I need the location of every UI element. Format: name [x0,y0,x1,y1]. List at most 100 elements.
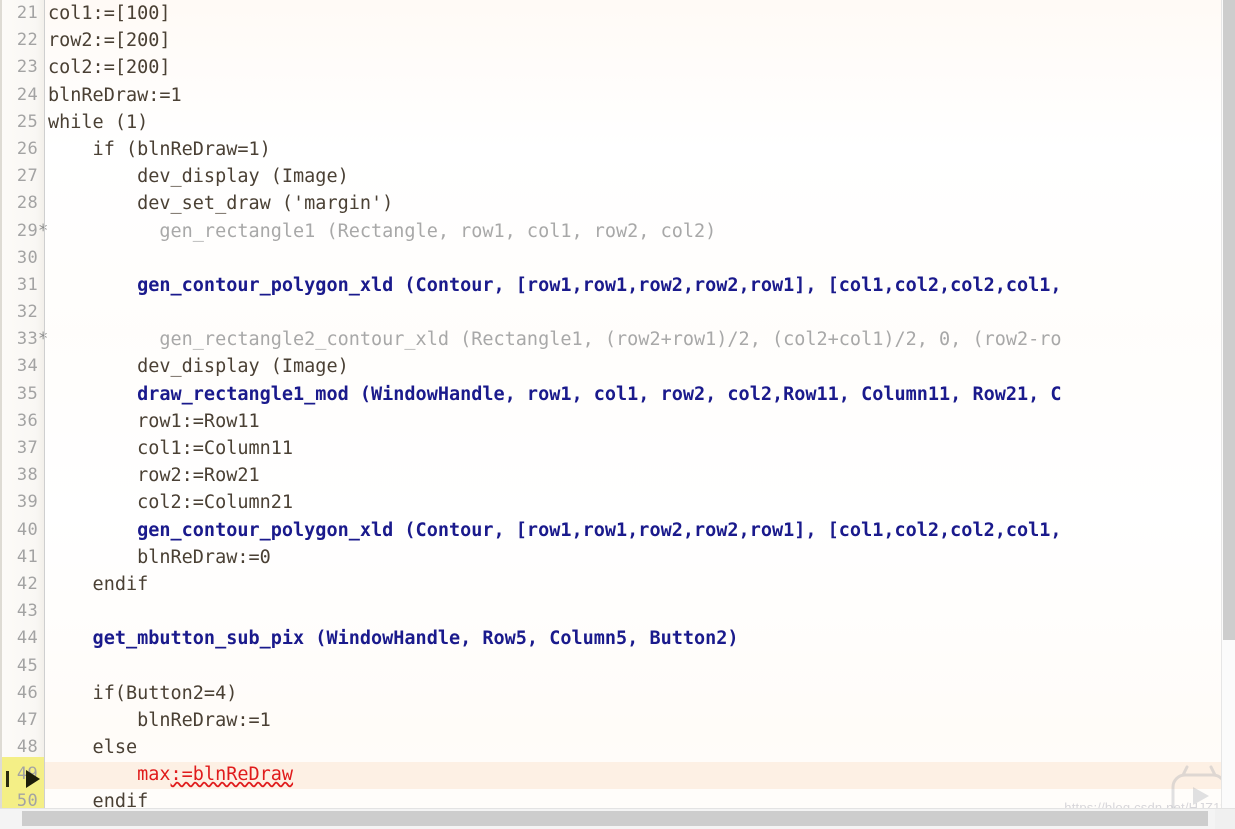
error-code-line[interactable]: 49 max:=blnReDraw [0,761,1223,789]
line-number: 33 [16,329,38,350]
line-number: 35 [16,383,38,404]
line-number: 50 [16,791,38,808]
gutter-separator-rule [44,0,45,808]
line-text[interactable]: row2:=Row21 [48,462,260,489]
line-text[interactable]: col2:=[200] [48,54,171,81]
code-line[interactable]: 31 gen_contour_polygon_xld (Contour, [ro… [0,271,1223,300]
line-text[interactable]: row2:=[200] [48,27,171,54]
code-line[interactable]: 35 draw_rectangle1_mod (WindowHandle, ro… [0,380,1223,408]
line-number: 27 [16,166,38,187]
code-line[interactable]: 26 if (blnReDraw=1) [0,135,1223,164]
comment-marker: * [38,218,48,245]
code-line[interactable]: 46 if(Button2=4) [0,679,1223,707]
line-text[interactable]: max:=blnReDraw [48,761,293,788]
blank-line[interactable]: 45 [0,652,1223,680]
gutter-left-edge [0,0,2,808]
code-line[interactable]: 28 dev_set_draw ('margin') [0,190,1223,218]
line-number: 34 [16,356,38,377]
line-number: 36 [16,410,38,431]
line-number: 32 [16,302,38,323]
code-line[interactable]: 21 col1:=[100] [0,0,1223,28]
line-text[interactable]: blnReDraw:=1 [48,707,271,734]
line-text[interactable]: endif [48,788,149,808]
line-text[interactable]: else [48,734,138,761]
code-line[interactable]: 40 gen_contour_polygon_xld (Contour, [ro… [0,516,1223,544]
line-number: 24 [16,84,38,105]
blank-line[interactable]: 43 [0,598,1223,626]
line-text[interactable]: col2:=Column21 [48,489,293,516]
line-number: 47 [16,709,38,730]
blank-line[interactable]: 32 [0,299,1223,327]
line-number: 46 [16,682,38,703]
line-text[interactable]: get_mbutton_sub_pix (WindowHandle, Row5,… [48,625,739,652]
line-text[interactable]: dev_display (Image) [48,353,349,380]
code-line[interactable]: 47 blnReDraw:=1 [0,706,1223,735]
code-line[interactable]: 34 dev_display (Image) [0,353,1223,381]
line-text[interactable]: col1:=Column11 [48,435,293,462]
execution-pointer-bar [6,771,9,787]
line-number: 39 [16,492,38,513]
error-token-prefix: max [48,764,171,786]
line-number: 38 [16,465,38,486]
code-line[interactable]: 36 row1:=Row11 [0,407,1223,435]
code-line[interactable]: 22 row2:=[200] [0,27,1223,55]
line-number: 31 [16,274,38,295]
horizontal-scrollbar[interactable] [0,808,1235,829]
line-number: 42 [16,573,38,594]
code-line[interactable]: 24 blnReDraw:=1 [0,81,1223,109]
code-line[interactable]: 27 dev_display (Image) [0,163,1223,191]
line-number: 25 [16,111,38,132]
line-text[interactable]: gen_contour_polygon_xld (Contour, [row1,… [48,517,1061,544]
code-line[interactable]: 48 else [0,734,1223,762]
comment-line[interactable]: 29 * gen_rectangle1 (Rectangle, row1, co… [0,217,1223,245]
code-line[interactable]: 50 endif [0,788,1223,808]
line-text[interactable]: gen_rectangle2_contour_xld (Rectangle1, … [48,326,1061,353]
line-text[interactable]: row1:=Row11 [48,408,260,435]
code-editor[interactable]: 21 col1:=[100] 22 row2:=[200] 23 col2:=[… [0,0,1235,829]
line-number: 30 [16,247,38,268]
line-number: 29 [16,220,38,241]
play-triangle-icon[interactable] [26,770,40,788]
code-line[interactable]: 44 get_mbutton_sub_pix (WindowHandle, Ro… [0,625,1223,653]
code-line[interactable]: 41 blnReDraw:=0 [0,543,1223,571]
code-lines-container[interactable]: 21 col1:=[100] 22 row2:=[200] 23 col2:=[… [0,0,1223,808]
error-token-squiggle: :=blnReDraw [170,764,294,786]
code-line[interactable]: 37 col1:=Column11 [0,435,1223,463]
line-text[interactable]: gen_rectangle1 (Rectangle, row1, col1, r… [48,218,716,245]
line-number: 37 [16,438,38,458]
line-text[interactable]: gen_contour_polygon_xld (Contour, [row1,… [48,272,1061,299]
blank-line[interactable]: 30 [0,244,1223,272]
code-line[interactable]: 42 endif [0,570,1223,599]
vertical-scrollbar[interactable] [1221,0,1235,808]
line-text[interactable]: while (1) [48,109,148,136]
vertical-scroll-thumb[interactable] [1223,0,1235,640]
line-number: 22 [16,30,38,51]
code-line[interactable]: 25 while (1) [0,108,1223,136]
code-line[interactable]: 39 col2:=Column21 [0,489,1223,517]
comment-marker: * [38,326,48,353]
line-text[interactable]: if(Button2=4) [48,680,238,707]
line-text[interactable]: blnReDraw:=1 [48,82,182,109]
line-number: 48 [16,737,38,758]
line-text[interactable]: dev_display (Image) [48,163,349,190]
line-number: 45 [16,655,38,676]
line-text[interactable]: if (blnReDraw=1) [48,136,271,163]
scrollbar-corner [1215,809,1235,829]
line-number: 44 [16,628,38,649]
line-text[interactable]: endif [48,571,149,598]
line-number: 43 [16,601,38,622]
line-text[interactable]: col1:=[100] [48,0,171,27]
line-number: 23 [16,57,38,78]
horizontal-scroll-thumb[interactable] [22,811,1208,826]
comment-line[interactable]: 33 * gen_rectangle2_contour_xld (Rectang… [0,326,1223,354]
line-text[interactable]: dev_set_draw ('margin') [48,190,393,217]
code-line[interactable]: 23 col2:=[200] [0,54,1223,82]
line-number: 40 [16,519,38,540]
line-number: 28 [16,193,38,214]
line-text[interactable]: draw_rectangle1_mod (WindowHandle, row1,… [48,381,1061,408]
code-line[interactable]: 38 row2:=Row21 [0,462,1223,490]
line-number: 21 [16,3,38,23]
line-number: 26 [16,138,38,159]
line-text[interactable]: blnReDraw:=0 [48,544,271,571]
line-number: 41 [16,546,38,567]
